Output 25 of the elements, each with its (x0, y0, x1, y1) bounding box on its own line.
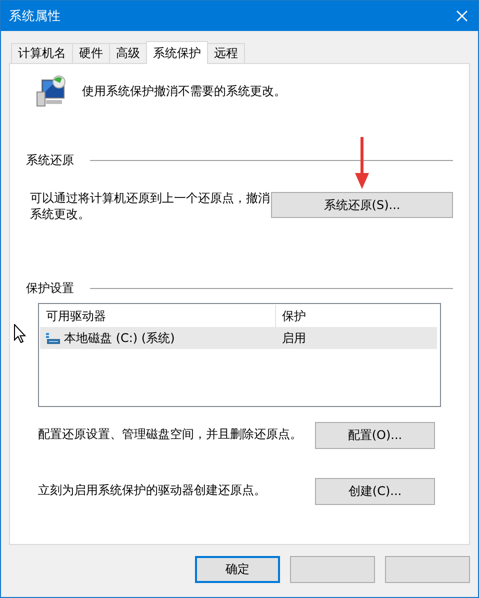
intro-text: 使用系统保护撤消不需要的系统更改。 (82, 82, 286, 100)
table-cell: 启用 (282, 330, 306, 346)
dialog-button[interactable] (290, 556, 375, 583)
window-title: 系统属性 (9, 8, 61, 24)
tab[interactable]: 计算机名 (11, 43, 73, 63)
section-heading: 保护设置 (26, 280, 74, 297)
column-header[interactable]: 保护 (276, 305, 306, 327)
dialog-button[interactable]: 确定 (195, 556, 280, 583)
tab[interactable]: 远程 (207, 43, 245, 63)
tab[interactable]: 系统保护 (146, 41, 208, 64)
action-description: 配置还原设置、管理磁盘空间，并且删除还原点。 (38, 426, 302, 443)
table-cell: 本地磁盘 (C:) (系统) (64, 330, 175, 346)
dialog-button[interactable] (385, 556, 470, 583)
action-button[interactable]: 配置(O)... (315, 422, 435, 449)
action-button[interactable]: 创建(C)... (315, 478, 435, 505)
restore-description: 可以通过将计算机还原到上一个还原点，撤消系统更改。 (30, 190, 270, 222)
action-description: 立刻为启用系统保护的驱动器创建还原点。 (38, 482, 266, 499)
cursor-icon (14, 324, 26, 343)
system-restore-button[interactable]: 系统还原(S)... (271, 192, 453, 218)
arrow-icon (355, 137, 369, 189)
drive-row[interactable]: 本地磁盘 (C:) (系统) 启用 (40, 327, 437, 349)
section-heading: 系统还原 (26, 152, 74, 169)
drive-icon (46, 332, 60, 344)
close-icon[interactable] (456, 10, 468, 22)
computer-restore-icon (34, 74, 68, 108)
